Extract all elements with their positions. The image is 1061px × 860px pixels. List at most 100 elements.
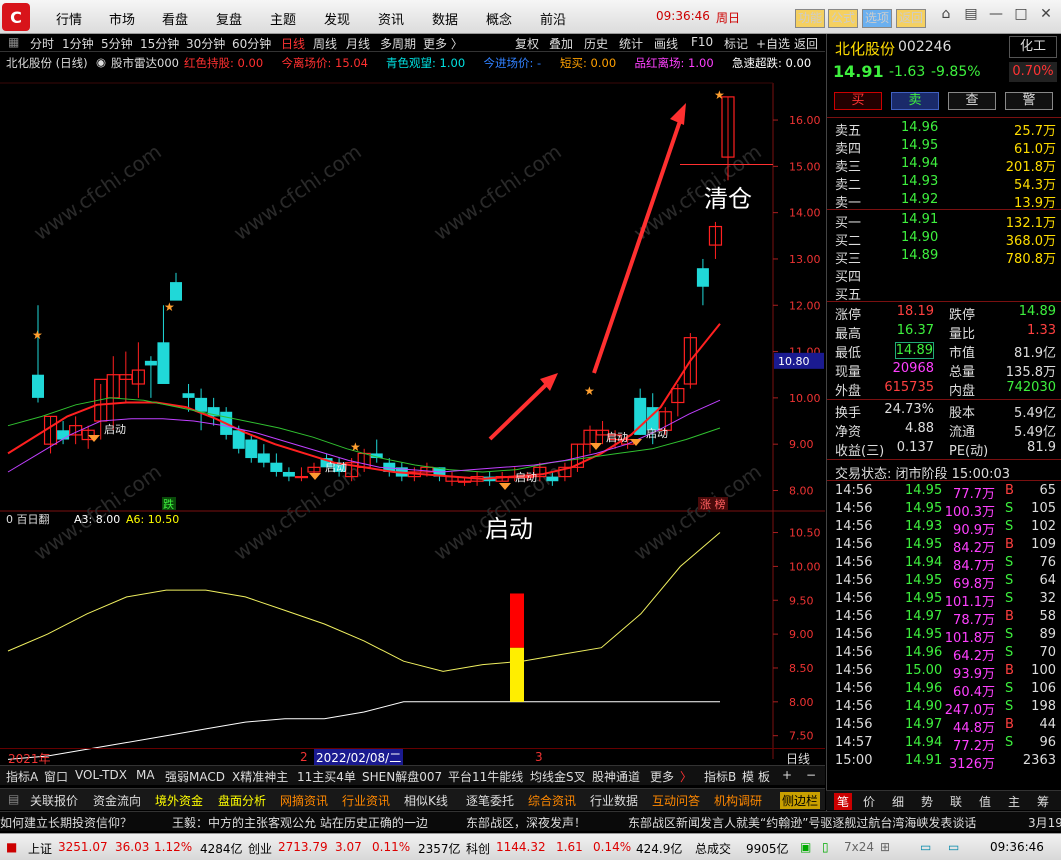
menu-item-hangqing[interactable]: 行情 (56, 9, 82, 28)
menu-item-faxian[interactable]: 发现 (324, 9, 350, 28)
quote-tab-2[interactable]: 细 (892, 793, 904, 810)
query-button[interactable]: 查 (948, 92, 996, 110)
panel-tab-0[interactable]: 关联报价 (30, 792, 78, 809)
kc-label[interactable]: 科创 (466, 840, 490, 857)
period-more[interactable]: 更多 〉 (423, 35, 463, 52)
menu-item-shuju[interactable]: 数据 (432, 9, 458, 28)
indicator-tab-16[interactable]: + (782, 768, 792, 782)
panel-tab-9[interactable]: 行业数据 (590, 792, 638, 809)
menu-item-kanpan[interactable]: 看盘 (162, 9, 188, 28)
buy-button[interactable]: 买 (834, 92, 882, 110)
panel-tab-4[interactable]: 网摘资讯 (280, 792, 328, 809)
indicator-tab-13[interactable]: 指标B (704, 768, 736, 785)
tool-huaxian[interactable]: 画线 (654, 35, 678, 52)
indicator-tab-2[interactable]: VOL-TDX (75, 768, 127, 782)
quote-tab-7[interactable]: 筹 (1037, 793, 1049, 810)
menu-item-zhuti[interactable]: 主题 (270, 9, 296, 28)
news-item[interactable]: 如何建立长期投资信仰？ (0, 814, 132, 831)
monitor-icon[interactable]: ▭ (948, 840, 959, 854)
panel-tab-12[interactable]: 侧边栏 (780, 792, 821, 809)
indicator-tab-5[interactable]: X精准神主 (232, 768, 288, 785)
indicator-tab-9[interactable]: 均线金S叉 (530, 768, 586, 785)
menu-item-gainian[interactable]: 概念 (486, 9, 512, 28)
news-item[interactable]: 3月19 (1028, 814, 1061, 831)
panel-tab-5[interactable]: 行业资讯 (342, 792, 390, 809)
panel-tab-3[interactable]: 盘面分析 (218, 792, 266, 809)
info-indicator-icon[interactable]: ◉ (96, 55, 106, 69)
period-weekly[interactable]: 周线 (313, 35, 337, 52)
quote-tab-4[interactable]: 联 (950, 793, 962, 810)
close-icon[interactable]: ✕ (1035, 6, 1057, 26)
panel-menu-icon[interactable]: ▤ (8, 792, 19, 806)
panel-tab-1[interactable]: 资金流向 (93, 792, 141, 809)
func-button-fanhui[interactable]: 返回 (896, 9, 927, 28)
maximize-icon[interactable]: □ (1010, 6, 1032, 26)
indicator-tab-8[interactable]: 平台11牛能线 (448, 768, 523, 785)
indicator-tab-6[interactable]: 11主买4单 (297, 768, 356, 785)
minimize-icon[interactable]: — (985, 6, 1007, 26)
func-button-xuanxiang[interactable]: 选项 (862, 9, 893, 28)
news-item[interactable]: 东部战区，深夜发声！ (466, 814, 586, 831)
menu-item-shichang[interactable]: 市场 (109, 9, 135, 28)
panel-tab-11[interactable]: 机构调研 (714, 792, 762, 809)
layout-icon[interactable]: ⊞ (880, 840, 890, 854)
period-60min[interactable]: 60分钟 (232, 35, 271, 52)
tool-tongji[interactable]: 统计 (619, 35, 643, 52)
alert-button[interactable]: 警 (1005, 92, 1053, 110)
period-30min[interactable]: 30分钟 (186, 35, 225, 52)
phone-icon[interactable]: ▯ (822, 840, 829, 854)
info-indicator-name[interactable]: 股市雷达000 (111, 55, 179, 71)
period-1min[interactable]: 1分钟 (62, 35, 94, 52)
indicator-tab-1[interactable]: 窗口 (44, 768, 68, 785)
news-item[interactable]: 王毅：中方的主张客观公允 站在历史正确的一边 (172, 814, 428, 831)
quote-sector[interactable]: 化工 (1009, 36, 1057, 58)
quote-tab-0[interactable]: 笔 (834, 793, 853, 810)
period-multi[interactable]: 多周期 (380, 35, 416, 52)
period-fenshi[interactable]: 分时 (30, 35, 54, 52)
quote-tab-3[interactable]: 势 (921, 793, 933, 810)
skin-icon[interactable]: ▤ (960, 6, 982, 26)
indicator-tab-10[interactable]: 股神通道 (592, 768, 640, 785)
sh-label[interactable]: 上证 (28, 840, 52, 857)
func-button-gongneng[interactable]: 功能 (795, 9, 826, 28)
news-item[interactable]: 东部战区新闻发言人就美“约翰逊”号驱逐舰过航台湾海峡发表谈话 (628, 814, 976, 831)
panel-tab-2[interactable]: 境外资金 (155, 792, 203, 809)
sell-button[interactable]: 卖 (891, 92, 939, 110)
kline-chart[interactable]: www.cfchi.com www.cfchi.com www.cfchi.com w… (0, 52, 825, 770)
period-5min[interactable]: 5分钟 (101, 35, 133, 52)
menu-item-fupan[interactable]: 复盘 (216, 9, 242, 28)
indicator-tab-4[interactable]: 强弱MACD (165, 768, 225, 785)
panel-tab-6[interactable]: 相似K线 (404, 792, 448, 809)
tool-fanhui[interactable]: 返回 (794, 35, 818, 52)
cy-label[interactable]: 创业 (248, 840, 272, 857)
menu-item-qianyan[interactable]: 前沿 (540, 9, 566, 28)
tool-diejia[interactable]: 叠加 (549, 35, 573, 52)
indicator-tab-14[interactable]: 模 (742, 768, 754, 785)
quote-tab-6[interactable]: 主 (1008, 793, 1020, 810)
menu-item-zixun[interactable]: 资讯 (378, 9, 404, 28)
period-15min[interactable]: 15分钟 (140, 35, 179, 52)
period-monthly[interactable]: 月线 (346, 35, 370, 52)
quote-tab-5[interactable]: 值 (979, 793, 991, 810)
tool-lishi[interactable]: 历史 (584, 35, 608, 52)
panel-tab-10[interactable]: 互动问答 (652, 792, 700, 809)
period-daily[interactable]: 日线 (281, 35, 305, 52)
tool-biaoji[interactable]: 标记 (724, 35, 748, 52)
indicator-tab-0[interactable]: 指标A (6, 768, 38, 785)
grid-icon[interactable]: ▦ (8, 35, 19, 49)
panel-tab-7[interactable]: 逐笔委托 (466, 792, 514, 809)
indicator-tab-7[interactable]: SHEN解盘007 (362, 768, 442, 785)
app-logo-icon[interactable]: C (2, 3, 30, 31)
indicator-tab-15[interactable]: 板 (758, 768, 770, 785)
panel-tab-8[interactable]: 综合资讯 (528, 792, 576, 809)
indicator-tab-17[interactable]: − (806, 768, 816, 782)
func-button-gongshi[interactable]: 公式 (828, 9, 859, 28)
chart-icon[interactable]: ▭ (920, 840, 931, 854)
indicator-tab-12[interactable]: 〉 (680, 768, 692, 785)
message-icon[interactable]: ▣ (800, 840, 811, 854)
home-icon[interactable]: ⌂ (935, 6, 957, 26)
status-extra[interactable]: 7x24 (844, 840, 874, 854)
indicator-tab-11[interactable]: 更多 (650, 768, 674, 785)
tool-f10[interactable]: F10 (691, 35, 713, 49)
indicator-tab-3[interactable]: MA (136, 768, 155, 782)
